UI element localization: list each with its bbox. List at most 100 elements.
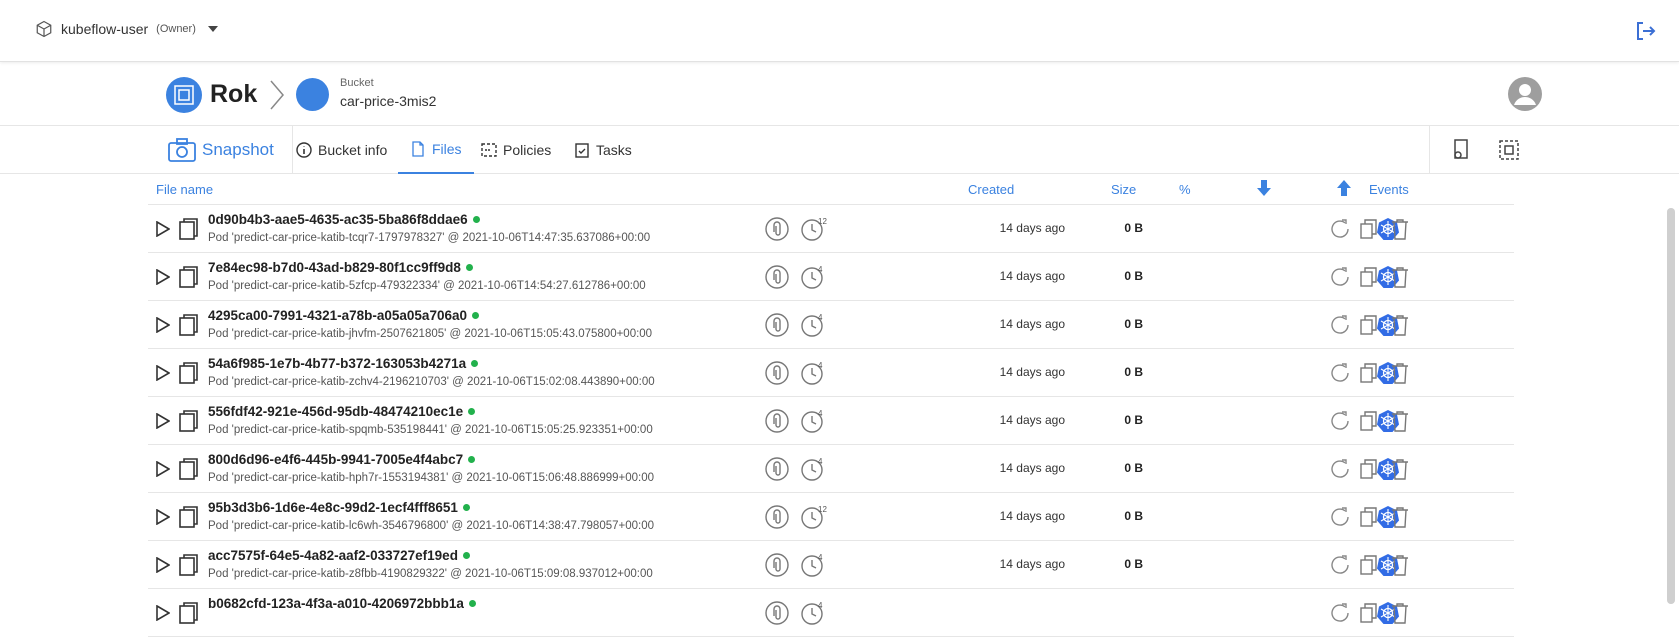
restore-icon[interactable]: [1328, 217, 1352, 241]
restore-icon[interactable]: [1328, 265, 1352, 289]
trash-icon[interactable]: [1388, 457, 1412, 481]
copy-icon[interactable]: [1357, 361, 1381, 385]
file-name[interactable]: 556fdf42-921e-456d-95db-48474210ec1e: [208, 404, 476, 419]
expand-play-icon[interactable]: [156, 605, 170, 621]
restore-icon[interactable]: [1328, 601, 1352, 625]
attachment-icon[interactable]: [765, 361, 789, 385]
copy-icon[interactable]: [1357, 457, 1381, 481]
history-icon[interactable]: 4: [800, 361, 828, 385]
trash-icon[interactable]: [1388, 313, 1412, 337]
snapshot-button[interactable]: Snapshot: [168, 126, 293, 174]
files-stack-icon: [179, 554, 198, 576]
logout-icon[interactable]: [1633, 19, 1657, 43]
copy-icon[interactable]: [1357, 217, 1381, 241]
download-arrow-icon[interactable]: [1257, 180, 1271, 196]
file-name[interactable]: acc7575f-64e5-4a82-aaf2-033727ef19ed: [208, 548, 470, 563]
history-icon[interactable]: 4: [800, 553, 828, 577]
history-icon[interactable]: 12: [800, 217, 828, 241]
file-description: Pod 'predict-car-price-katib-z8fbb-41908…: [208, 568, 653, 580]
copy-icon[interactable]: [1357, 601, 1381, 625]
column-events[interactable]: Events: [1369, 182, 1409, 197]
table-row[interactable]: b0682cfd-123a-4f3a-a010-4206972bbb1a 4: [148, 589, 1514, 637]
attachment-icon[interactable]: [765, 409, 789, 433]
file-name-text: 0d90b4b3-aae5-4635-ac35-5ba86f8ddae6: [208, 212, 468, 227]
table-row[interactable]: 0d90b4b3-aae5-4635-ac35-5ba86f8ddae6 Pod…: [148, 205, 1514, 253]
table-row[interactable]: acc7575f-64e5-4a82-aaf2-033727ef19ed Pod…: [148, 541, 1514, 589]
attachment-icon[interactable]: [765, 505, 789, 529]
restore-icon[interactable]: [1328, 313, 1352, 337]
history-icon[interactable]: 4: [800, 409, 828, 433]
expand-play-icon[interactable]: [156, 269, 170, 285]
table-row[interactable]: 4295ca00-7991-4321-a78b-a05a05a706a0 Pod…: [148, 301, 1514, 349]
copy-icon[interactable]: [1357, 553, 1381, 577]
file-name[interactable]: 95b3d3b6-1d6e-4e8c-99d2-1ecf4fff8651: [208, 500, 470, 515]
table-row[interactable]: 7e84ec98-b7d0-43ad-b829-80f1cc9ff9d8 Pod…: [148, 253, 1514, 301]
attachment-icon[interactable]: [765, 601, 789, 625]
table-row[interactable]: 800d6d96-e4f6-445b-9941-7005e4f4abc7 Pod…: [148, 445, 1514, 493]
copy-icon[interactable]: [1357, 313, 1381, 337]
history-icon[interactable]: 4: [800, 265, 828, 289]
expand-play-icon[interactable]: [156, 413, 170, 429]
user-avatar-icon[interactable]: [1508, 77, 1542, 111]
history-icon[interactable]: 12: [800, 505, 828, 529]
table-row[interactable]: 54a6f985-1e7b-4b77-b372-163053b4271a Pod…: [148, 349, 1514, 397]
file-description: Pod 'predict-car-price-katib-hph7r-15531…: [208, 472, 655, 484]
attachment-icon[interactable]: [765, 553, 789, 577]
history-icon[interactable]: 4: [800, 457, 828, 481]
expand-play-icon[interactable]: [156, 509, 170, 525]
copy-icon[interactable]: [1357, 505, 1381, 529]
file-name[interactable]: 4295ca00-7991-4321-a78b-a05a05a706a0: [208, 308, 479, 323]
trash-icon[interactable]: [1388, 505, 1412, 529]
tab-policies[interactable]: Policies: [481, 126, 551, 174]
attachment-icon[interactable]: [765, 457, 789, 481]
history-icon[interactable]: 4: [800, 313, 828, 337]
expand-play-icon[interactable]: [156, 221, 170, 237]
upload-arrow-icon[interactable]: [1337, 180, 1351, 196]
copy-icon[interactable]: [1357, 265, 1381, 289]
file-name[interactable]: 54a6f985-1e7b-4b77-b372-163053b4271a: [208, 356, 479, 371]
column-file-name[interactable]: File name: [156, 182, 213, 197]
restore-icon[interactable]: [1328, 409, 1352, 433]
trash-icon[interactable]: [1388, 601, 1412, 625]
namespace-selector[interactable]: kubeflow-user (Owner): [35, 20, 218, 38]
column-percent[interactable]: %: [1179, 182, 1191, 197]
restore-icon[interactable]: [1328, 457, 1352, 481]
file-name[interactable]: 800d6d96-e4f6-445b-9941-7005e4f4abc7: [208, 452, 476, 467]
trash-icon[interactable]: [1388, 553, 1412, 577]
select-all-icon[interactable]: [1497, 138, 1521, 162]
restore-icon[interactable]: [1328, 505, 1352, 529]
column-size[interactable]: Size: [1111, 182, 1136, 197]
status-dot: [471, 311, 479, 319]
file-name[interactable]: 0d90b4b3-aae5-4635-ac35-5ba86f8ddae6: [208, 212, 480, 227]
expand-play-icon[interactable]: [156, 365, 170, 381]
expand-play-icon[interactable]: [156, 461, 170, 477]
restore-icon[interactable]: [1328, 553, 1352, 577]
column-created[interactable]: Created: [968, 182, 1014, 197]
files-stack-icon: [179, 410, 198, 432]
tab-files[interactable]: Files: [398, 126, 474, 174]
copy-icon[interactable]: [1357, 409, 1381, 433]
attachment-icon[interactable]: [765, 265, 789, 289]
file-name[interactable]: 7e84ec98-b7d0-43ad-b829-80f1cc9ff9d8: [208, 260, 473, 275]
table-row[interactable]: 556fdf42-921e-456d-95db-48474210ec1e Pod…: [148, 397, 1514, 445]
expand-play-icon[interactable]: [156, 317, 170, 333]
file-size: 0 B: [1124, 413, 1143, 427]
trash-icon[interactable]: [1388, 409, 1412, 433]
clipboard-check-icon: [575, 143, 589, 158]
files-stack-icon: [179, 602, 198, 624]
expand-play-icon[interactable]: [156, 557, 170, 573]
trash-icon[interactable]: [1388, 217, 1412, 241]
snapshot-view-icon[interactable]: [1450, 138, 1474, 162]
trash-icon[interactable]: [1388, 361, 1412, 385]
camera-icon: [168, 138, 196, 162]
history-icon[interactable]: 4: [800, 601, 828, 625]
restore-icon[interactable]: [1328, 361, 1352, 385]
tab-bucket-info[interactable]: Bucket info: [296, 126, 387, 174]
trash-icon[interactable]: [1388, 265, 1412, 289]
rok-logo-icon[interactable]: [166, 77, 202, 113]
tab-tasks[interactable]: Tasks: [574, 126, 632, 174]
table-row[interactable]: 95b3d3b6-1d6e-4e8c-99d2-1ecf4fff8651 Pod…: [148, 493, 1514, 541]
attachment-icon[interactable]: [765, 217, 789, 241]
scrollbar-thumb[interactable]: [1667, 208, 1675, 604]
attachment-icon[interactable]: [765, 313, 789, 337]
